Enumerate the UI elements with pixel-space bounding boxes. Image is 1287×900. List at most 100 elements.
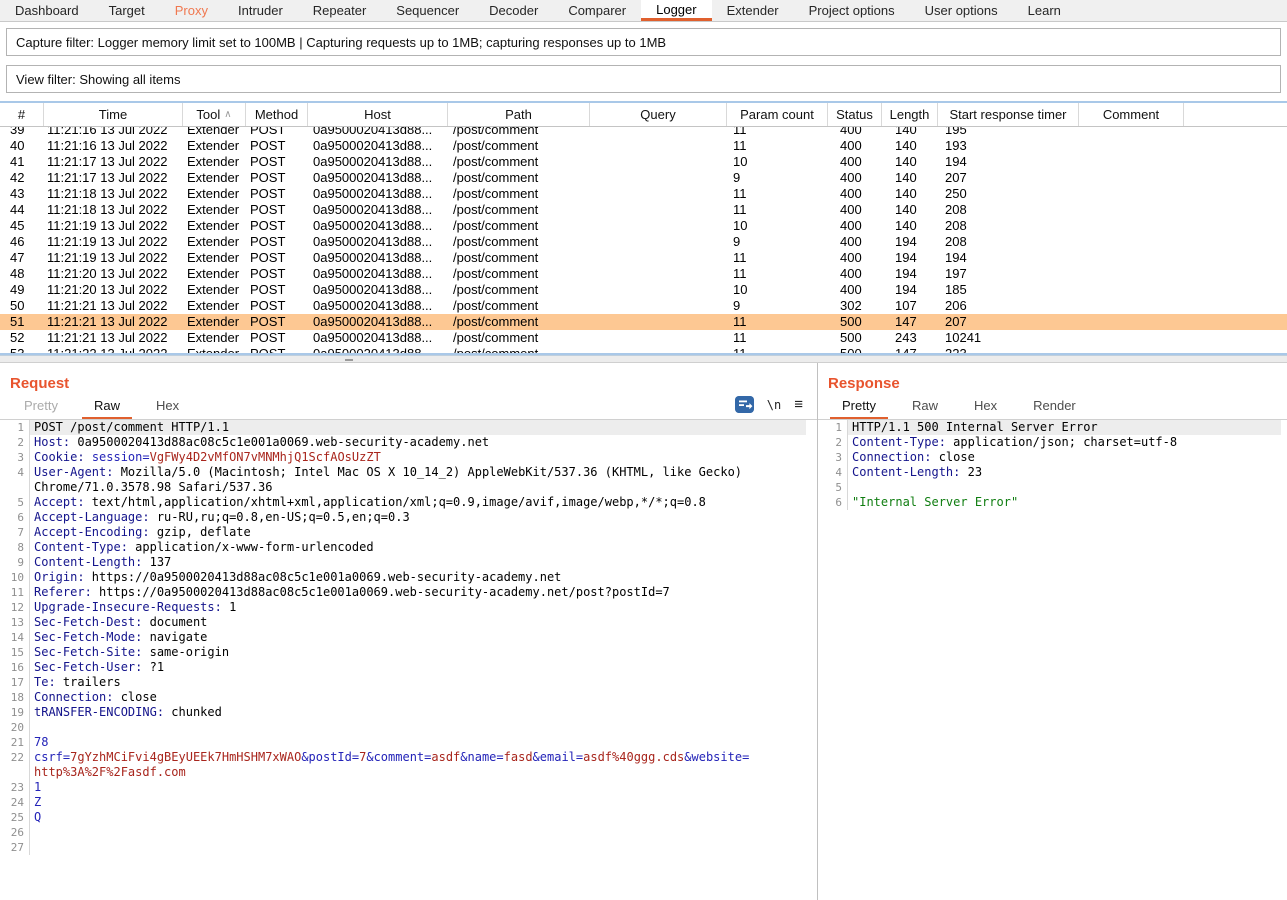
table-row[interactable]: 5211:21:21 13 Jul 2022ExtenderPOST0a9500…	[0, 330, 1287, 346]
column-header-index[interactable]: #	[0, 103, 44, 126]
response-tab-render[interactable]: Render	[1021, 394, 1088, 419]
column-header-status[interactable]: Status	[828, 103, 882, 126]
request-line-text: Cookie: session=VgFWy4D2vMfON7vMNMhjQ1Sc…	[30, 450, 381, 465]
request-line-text: Z	[30, 795, 41, 810]
column-header-path[interactable]: Path	[448, 103, 590, 126]
column-header-query[interactable]: Query	[590, 103, 727, 126]
request-line: 2Host: 0a9500020413d88ac08c5c1e001a0069.…	[0, 435, 806, 450]
table-row[interactable]: 4911:21:20 13 Jul 2022ExtenderPOST0a9500…	[0, 282, 1287, 298]
column-header-tool[interactable]: Tool∧	[183, 103, 246, 126]
line-number: 5	[0, 495, 30, 510]
cell-tool: Extender	[183, 186, 246, 202]
main-tab-target[interactable]: Target	[94, 0, 160, 21]
column-header-host[interactable]: Host	[308, 103, 448, 126]
table-row[interactable]: 4611:21:19 13 Jul 2022ExtenderPOST0a9500…	[0, 234, 1287, 250]
cell-start-response-timer: 223	[938, 346, 1079, 353]
request-line-text: Upgrade-Insecure-Requests: 1	[30, 600, 236, 615]
response-line: 6"Internal Server Error"	[818, 495, 1281, 510]
request-line-text: Q	[30, 810, 41, 825]
main-tab-learn[interactable]: Learn	[1013, 0, 1076, 21]
response-editor[interactable]: 1HTTP/1.1 500 Internal Server Error2Cont…	[818, 420, 1281, 898]
request-line-text	[30, 840, 34, 855]
main-tab-comparer[interactable]: Comparer	[553, 0, 641, 21]
main-tab-intruder[interactable]: Intruder	[223, 0, 298, 21]
main-tab-dashboard[interactable]: Dashboard	[0, 0, 94, 21]
response-line: 4Content-Length: 23	[818, 465, 1281, 480]
cell-comment	[1079, 154, 1184, 170]
table-row[interactable]: 4811:21:20 13 Jul 2022ExtenderPOST0a9500…	[0, 266, 1287, 282]
table-row[interactable]: 4411:21:18 13 Jul 2022ExtenderPOST0a9500…	[0, 202, 1287, 218]
capture-filter-bar[interactable]: Capture filter: Logger memory limit set …	[6, 28, 1281, 56]
pretty-print-icon[interactable]	[735, 396, 754, 413]
request-editor[interactable]: 1POST /post/comment HTTP/1.12Host: 0a950…	[0, 420, 806, 898]
table-row[interactable]: 4311:21:18 13 Jul 2022ExtenderPOST0a9500…	[0, 186, 1287, 202]
request-line-text: http%3A%2F%2Fasdf.com	[30, 765, 186, 780]
table-row[interactable]: 3911:21:16 13 Jul 2022ExtenderPOST0a9500…	[0, 127, 1287, 138]
column-header-method[interactable]: Method	[246, 103, 308, 126]
response-line-text: Content-Length: 23	[848, 465, 982, 480]
main-tab-project-options[interactable]: Project options	[794, 0, 910, 21]
table-row[interactable]: 4511:21:19 13 Jul 2022ExtenderPOST0a9500…	[0, 218, 1287, 234]
cell-status: 500	[828, 346, 882, 353]
cell-host: 0a9500020413d88...	[308, 266, 448, 282]
request-tab-hex[interactable]: Hex	[144, 394, 191, 419]
table-row[interactable]: 5011:21:21 13 Jul 2022ExtenderPOST0a9500…	[0, 298, 1287, 314]
cell-host: 0a9500020413d88...	[308, 282, 448, 298]
cell-index: 47	[0, 250, 44, 266]
cell-start-response-timer: 208	[938, 218, 1079, 234]
cell-query	[590, 154, 727, 170]
table-row[interactable]: 5111:21:21 13 Jul 2022ExtenderPOST0a9500…	[0, 314, 1287, 330]
view-filter-bar[interactable]: View filter: Showing all items	[6, 65, 1281, 93]
horizontal-splitter[interactable]	[0, 355, 1287, 363]
cell-param-count: 9	[727, 234, 828, 250]
cell-start-response-timer: 10241	[938, 330, 1079, 346]
response-tab-pretty[interactable]: Pretty	[830, 394, 888, 419]
newline-toggle-icon[interactable]: \n	[767, 398, 781, 412]
request-line-text: Sec-Fetch-Site: same-origin	[30, 645, 229, 660]
cell-time: 11:21:18 13 Jul 2022	[44, 186, 183, 202]
main-tab-repeater[interactable]: Repeater	[298, 0, 381, 21]
cell-length: 140	[882, 170, 938, 186]
cell-method: POST	[246, 330, 308, 346]
column-header-param-count[interactable]: Param count	[727, 103, 828, 126]
cell-comment	[1079, 298, 1184, 314]
main-tab-proxy[interactable]: Proxy	[160, 0, 223, 21]
cell-host: 0a9500020413d88...	[308, 250, 448, 266]
editor-menu-icon[interactable]: ≡	[794, 397, 803, 412]
request-tab-pretty[interactable]: Pretty	[12, 394, 70, 419]
cell-tool: Extender	[183, 298, 246, 314]
line-number: 21	[0, 735, 30, 750]
main-tab-decoder[interactable]: Decoder	[474, 0, 553, 21]
main-tab-extender[interactable]: Extender	[712, 0, 794, 21]
logger-table-body[interactable]: 3911:21:16 13 Jul 2022ExtenderPOST0a9500…	[0, 127, 1287, 353]
table-row[interactable]: 4011:21:16 13 Jul 2022ExtenderPOST0a9500…	[0, 138, 1287, 154]
cell-start-response-timer: 197	[938, 266, 1079, 282]
line-number: 19	[0, 705, 30, 720]
table-row[interactable]: 5311:21:22 13 Jul 2022ExtenderPOST0a9500…	[0, 346, 1287, 353]
main-tab-logger[interactable]: Logger	[641, 0, 711, 21]
column-header-time[interactable]: Time	[44, 103, 183, 126]
cell-length: 140	[882, 127, 938, 138]
cell-length: 140	[882, 186, 938, 202]
column-header-comment[interactable]: Comment	[1079, 103, 1184, 126]
response-tab-hex[interactable]: Hex	[962, 394, 1009, 419]
request-line-text	[30, 720, 34, 735]
cell-tool: Extender	[183, 282, 246, 298]
column-header-start-response-timer[interactable]: Start response timer	[938, 103, 1079, 126]
request-line-text: Chrome/71.0.3578.98 Safari/537.36	[30, 480, 272, 495]
cell-length: 147	[882, 346, 938, 353]
table-row[interactable]: 4711:21:19 13 Jul 2022ExtenderPOST0a9500…	[0, 250, 1287, 266]
table-row[interactable]: 4211:21:17 13 Jul 2022ExtenderPOST0a9500…	[0, 170, 1287, 186]
cell-method: POST	[246, 218, 308, 234]
request-tab-raw[interactable]: Raw	[82, 394, 132, 419]
cell-param-count: 11	[727, 186, 828, 202]
response-tab-raw[interactable]: Raw	[900, 394, 950, 419]
main-tab-user-options[interactable]: User options	[910, 0, 1013, 21]
main-tab-sequencer[interactable]: Sequencer	[381, 0, 474, 21]
request-line: 24Z	[0, 795, 806, 810]
request-line: 19tRANSFER-ENCODING: chunked	[0, 705, 806, 720]
cell-index: 43	[0, 186, 44, 202]
column-header-length[interactable]: Length	[882, 103, 938, 126]
response-line-text: "Internal Server Error"	[848, 495, 1018, 510]
table-row[interactable]: 4111:21:17 13 Jul 2022ExtenderPOST0a9500…	[0, 154, 1287, 170]
